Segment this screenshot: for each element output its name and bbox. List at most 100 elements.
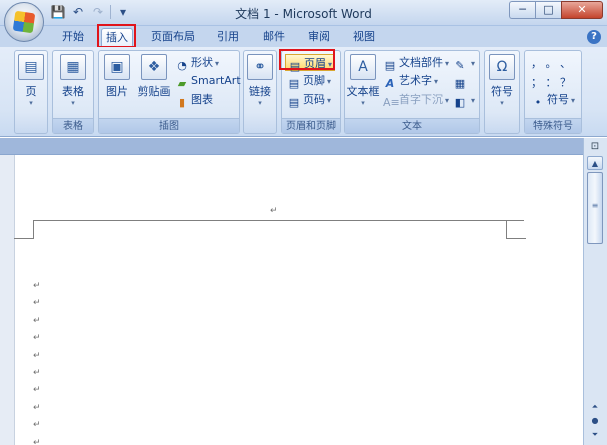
quickparts-button-label: 文档部件 xyxy=(399,56,443,69)
footer-icon: ▤ xyxy=(288,77,300,90)
header-corner-left xyxy=(33,220,34,238)
paragraph-mark: ↵ xyxy=(33,298,41,309)
header-corner-right xyxy=(506,220,507,238)
link-icon: ⚭ xyxy=(247,54,273,80)
minimize-button[interactable]: ─ xyxy=(509,1,535,19)
office-logo-icon xyxy=(12,10,36,34)
group-label-table: 表格 xyxy=(53,118,93,133)
footer-button[interactable]: ▤ 页脚 ▾ xyxy=(287,72,332,90)
wordart-button[interactable]: A 艺术字 ▾ xyxy=(383,72,438,90)
group-table: ▦ 表格 ▾ 表格 xyxy=(52,50,94,134)
browse-object-icon[interactable]: ● xyxy=(587,414,603,428)
footer-button-label: 页脚 xyxy=(303,74,325,87)
tab-page-layout[interactable]: 页面布局 xyxy=(148,28,198,46)
chevron-down-icon: ▾ xyxy=(327,96,332,105)
table-button[interactable]: ▦ 表格 ▾ xyxy=(57,54,89,107)
shapes-button[interactable]: ◔ 形状 ▾ xyxy=(175,54,219,72)
previous-page-icon[interactable]: ⏶ xyxy=(587,400,603,414)
clipart-button[interactable]: ❖ 剪贴画 xyxy=(135,54,173,99)
shapes-icon: ◔ xyxy=(177,59,187,72)
table-icon: ▦ xyxy=(60,54,86,80)
vertical-scrollbar[interactable]: ⊡ ▲ ≡ ⏶ ● ⏷ xyxy=(583,138,607,445)
chevron-down-icon: ▾ xyxy=(471,59,476,68)
grip-icon: ≡ xyxy=(591,201,599,210)
textbox-button-label: 文本框 xyxy=(346,85,380,98)
tab-home[interactable]: 开始 xyxy=(58,28,88,46)
scroll-nav-buttons: ⏶ ● ⏷ xyxy=(587,400,603,442)
tab-review[interactable]: 审阅 xyxy=(303,28,335,46)
chevron-down-icon: ▾ xyxy=(445,96,450,105)
quickparts-button[interactable]: ▤ 文档部件 ▾ xyxy=(383,54,450,72)
close-button[interactable]: ✕ xyxy=(561,1,603,19)
chevron-down-icon: ▾ xyxy=(445,59,450,68)
tab-view[interactable]: 视图 xyxy=(348,28,380,46)
header-separator-line xyxy=(33,220,524,221)
symbol-button-label: 符号 xyxy=(491,85,513,98)
group-label-text: 文本 xyxy=(345,118,479,133)
document-page[interactable] xyxy=(14,155,583,445)
chart-button[interactable]: ▮ 图表 xyxy=(175,91,213,109)
page-number-icon: ▤ xyxy=(288,96,300,109)
help-icon[interactable]: ? xyxy=(587,30,601,44)
view-ruler-icon[interactable]: ⊡ xyxy=(587,140,603,154)
group-label-header-footer: 页眉和页脚 xyxy=(282,118,340,133)
page-number-button[interactable]: ▤ 页码 ▾ xyxy=(287,91,332,109)
picture-icon: ▣ xyxy=(104,54,130,80)
chevron-down-icon: ▾ xyxy=(361,99,365,107)
paragraph-mark: ↵ xyxy=(33,437,41,445)
next-page-icon[interactable]: ⏷ xyxy=(587,428,603,442)
group-label-illustrations: 插图 xyxy=(99,118,239,133)
window-controls: ─ □ ✕ xyxy=(509,1,603,19)
header-corner-right-edge xyxy=(506,238,526,239)
smartart-icon: ▰ xyxy=(177,77,187,90)
ruler-strip xyxy=(0,138,607,155)
tab-mailings[interactable]: 邮件 xyxy=(258,28,290,46)
group-symbols: Ω 符号 ▾ xyxy=(484,50,520,134)
object-button[interactable]: ◧ ▾ xyxy=(453,91,476,109)
table-button-label: 表格 xyxy=(62,85,84,98)
header-corner-left-edge xyxy=(14,238,34,239)
dropcap-button[interactable]: A≡首字下沉 ▾ xyxy=(383,91,450,109)
chevron-down-icon: ▾ xyxy=(471,96,476,105)
chevron-down-icon: ▾ xyxy=(500,99,504,107)
chart-button-label: 图表 xyxy=(191,93,213,106)
group-pages: ▤ 页 ▾ xyxy=(14,50,48,134)
paragraph-mark: ↵ xyxy=(33,333,41,344)
tab-references[interactable]: 引用 xyxy=(212,28,244,46)
wordart-icon: A xyxy=(385,77,395,90)
chevron-down-icon: ▾ xyxy=(258,99,262,107)
scroll-thumb[interactable]: ≡ xyxy=(587,172,603,244)
ribbon-tabs: 开始 插入 页面布局 引用 邮件 审阅 视图 ? xyxy=(0,26,607,47)
special-symbols-row-1[interactable]: ， 。 、 xyxy=(531,55,571,71)
document-area xyxy=(0,155,583,445)
pages-button[interactable]: ▤ 页 ▾ xyxy=(17,54,45,107)
shapes-button-label: 形状 xyxy=(191,56,213,69)
dropcap-button-label: 首字下沉 xyxy=(399,93,443,106)
special-symbols-row-2[interactable]: ； ： ？ xyxy=(531,74,571,90)
page-icon: ▤ xyxy=(18,54,44,80)
picture-button-label: 图片 xyxy=(106,85,128,98)
scroll-up-button[interactable]: ▲ xyxy=(587,156,603,170)
header-paragraph-mark: ↵ xyxy=(270,206,278,216)
clipart-button-label: 剪贴画 xyxy=(137,85,171,98)
signature-line-button[interactable]: ✎ ▾ xyxy=(453,54,476,72)
links-button[interactable]: ⚭ 链接 ▾ xyxy=(246,54,274,107)
textbox-button[interactable]: A 文本框 ▾ xyxy=(346,54,380,107)
chevron-down-icon: ▾ xyxy=(29,99,33,107)
quickparts-icon: ▤ xyxy=(384,59,396,72)
more-symbols-button[interactable]: • 符号 ▾ xyxy=(531,91,575,109)
paragraph-mark: ↵ xyxy=(33,315,41,326)
maximize-button[interactable]: □ xyxy=(535,1,561,19)
office-button[interactable] xyxy=(4,2,44,42)
title-bar: 💾 ↶ ↷ ▾ 文档 1 - Microsoft Word ─ □ ✕ xyxy=(0,0,607,26)
symbol-button[interactable]: Ω 符号 ▾ xyxy=(488,54,516,107)
group-links: ⚭ 链接 ▾ xyxy=(243,50,277,134)
smartart-button[interactable]: ▰ SmartArt xyxy=(175,72,241,90)
header-button-highlight xyxy=(279,49,335,70)
chevron-down-icon: ▾ xyxy=(327,77,332,86)
wordart-button-label: 艺术字 xyxy=(399,74,432,87)
picture-button[interactable]: ▣ 图片 xyxy=(103,54,131,99)
textbox-icon: A xyxy=(350,54,376,80)
datetime-button[interactable]: ▦ xyxy=(453,72,469,90)
chevron-down-icon: ▾ xyxy=(71,99,75,107)
